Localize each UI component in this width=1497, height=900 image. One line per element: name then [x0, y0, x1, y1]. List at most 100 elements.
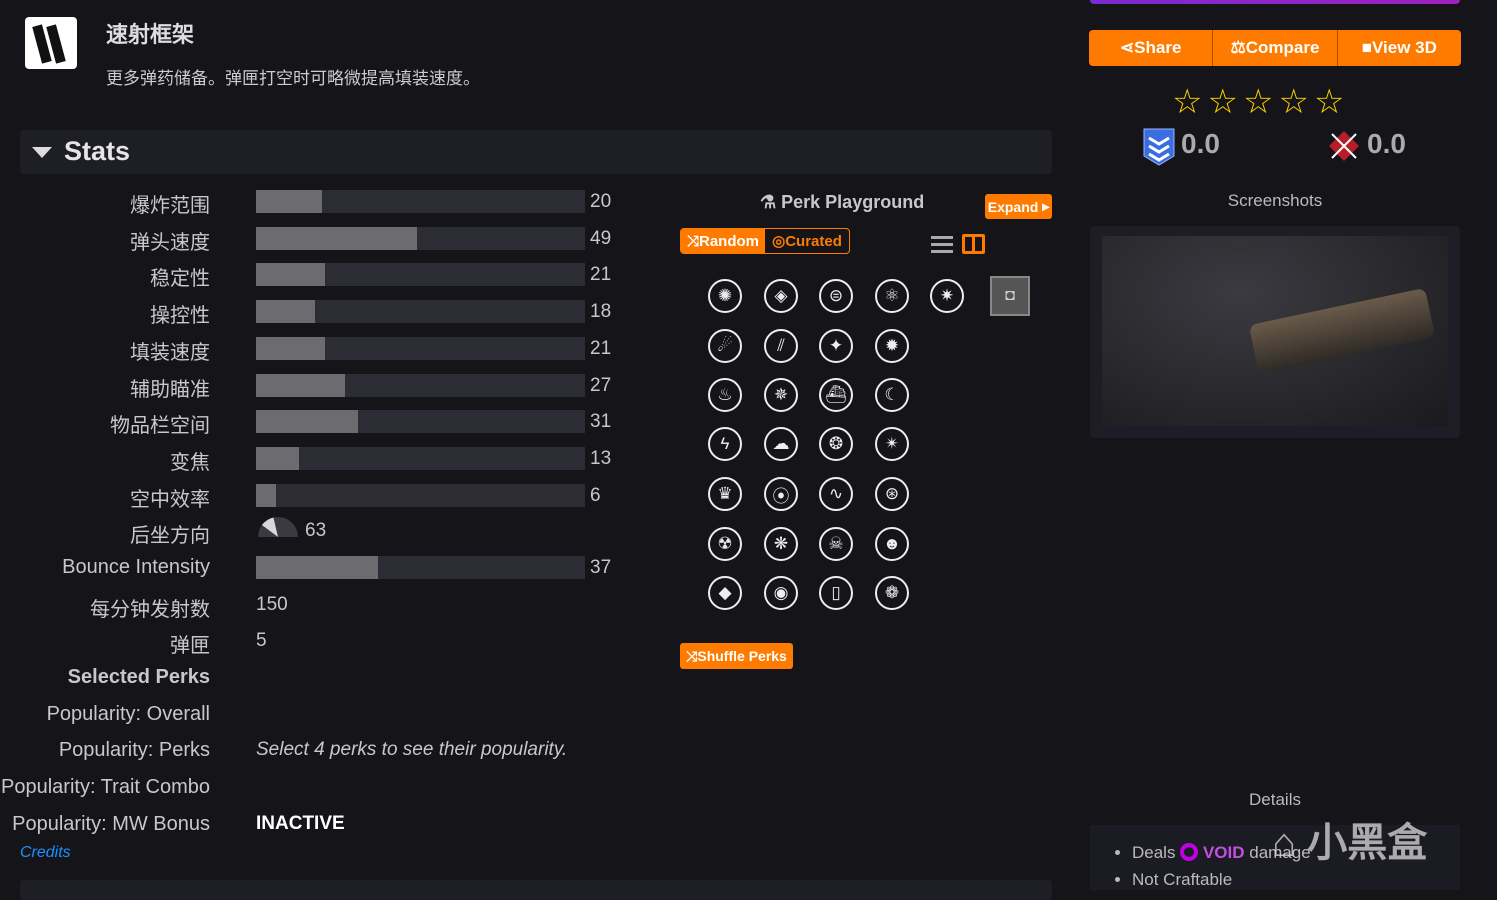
- perk-option-icon[interactable]: ☠: [819, 527, 853, 561]
- stat-value: 21: [590, 264, 612, 286]
- screenshots-label: Screenshots: [1227, 191, 1323, 210]
- element-text: VOID: [1202, 843, 1245, 862]
- perk-option-icon[interactable]: ⦿: [764, 477, 798, 511]
- perk-option-icon[interactable]: ❋: [764, 527, 798, 561]
- stat-label: 空中效率: [130, 488, 210, 511]
- stat-value: 6: [590, 484, 601, 506]
- stat-bar-fill: [256, 190, 322, 213]
- star-rating[interactable]: ☆☆☆☆☆: [1172, 82, 1349, 122]
- purple-accent-bar: [1090, 0, 1460, 4]
- perk-option-icon[interactable]: ⊜: [819, 279, 853, 313]
- stat-bar: [256, 410, 585, 434]
- stat-value: 31: [590, 411, 612, 433]
- perk-option-icon[interactable]: ☾: [875, 378, 909, 412]
- perk-option-icon[interactable]: ♛: [708, 477, 742, 511]
- perk-option-icon[interactable]: ☢: [708, 527, 742, 561]
- popularity-mw-label: Popularity: MW Bonus: [12, 813, 210, 835]
- stat-label: 填装速度: [130, 341, 210, 364]
- perk-option-icon[interactable]: ◉: [764, 576, 798, 610]
- star-icon[interactable]: ☆: [1278, 83, 1313, 121]
- stat-bar: [256, 226, 585, 250]
- expand-label: Expand: [987, 198, 1039, 215]
- cube-icon: ■: [1361, 38, 1373, 57]
- stat-label: 弹匣: [170, 635, 210, 657]
- stat-bar: [256, 336, 585, 360]
- perk-option-icon[interactable]: ❂: [819, 427, 853, 461]
- perk-option-icon[interactable]: ◈: [764, 279, 798, 313]
- stat-bar: [256, 373, 585, 397]
- craftable-item: Not Craftable: [1132, 866, 1460, 893]
- pve-score: 0.0: [1181, 128, 1220, 159]
- stat-value: 5: [256, 630, 267, 651]
- perk-option-icon[interactable]: ❁: [875, 576, 909, 610]
- masterwork-socket-icon[interactable]: ◘: [990, 276, 1030, 316]
- expand-button[interactable]: Expand ▸: [985, 194, 1052, 219]
- next-section-header[interactable]: [20, 880, 1052, 900]
- perk-option-icon[interactable]: ϟ: [708, 427, 742, 461]
- stat-bar-fill: [256, 300, 316, 324]
- popularity-overall-label: Popularity: Overall: [46, 703, 210, 725]
- perk-option-icon[interactable]: ⚛: [875, 279, 909, 313]
- stat-label: 辅助瞄准: [130, 378, 210, 401]
- perk-option-icon[interactable]: ∿: [819, 477, 853, 511]
- stat-bar: [256, 556, 585, 579]
- shuffle-perks-button[interactable]: ⤨ Shuffle Perks: [680, 643, 793, 669]
- curated-mode-button[interactable]: ◎ Curated: [765, 229, 849, 253]
- perk-option-icon[interactable]: ✷: [930, 279, 964, 313]
- star-icon[interactable]: ☆: [1207, 83, 1242, 121]
- void-icon: [1180, 843, 1199, 861]
- roll-mode-toggle[interactable]: ⤨ Random ◎ Curated: [680, 228, 850, 254]
- star-icon[interactable]: ☆: [1314, 83, 1349, 121]
- stat-label: 弹头速度: [130, 231, 210, 254]
- stat-bar-fill: [256, 483, 276, 507]
- perk-option-icon[interactable]: ⫽: [764, 329, 798, 363]
- stat-bar-fill: [256, 446, 299, 470]
- stats-section-toggle[interactable]: Stats: [20, 130, 1052, 174]
- perk-option-icon[interactable]: ✴: [875, 427, 909, 461]
- weapon-screenshot[interactable]: [1102, 236, 1448, 426]
- stat-label: 变焦: [170, 451, 210, 474]
- stat-bar: [256, 446, 585, 470]
- stat-bar: [256, 483, 585, 507]
- stat-bar: [256, 190, 585, 213]
- star-icon[interactable]: ☆: [1243, 83, 1278, 121]
- stat-bar: [256, 300, 585, 324]
- share-icon: ⋖: [1119, 38, 1135, 57]
- stat-label: 每分钟发射数: [90, 599, 210, 621]
- caret-right-icon: ▸: [1042, 198, 1050, 214]
- screenshot-card[interactable]: [1090, 226, 1460, 438]
- perk-option-icon[interactable]: ✦: [819, 329, 853, 363]
- perk-option-icon[interactable]: ✹: [875, 329, 909, 363]
- perk-option-icon[interactable]: ▯: [819, 576, 853, 610]
- view-3d-button[interactable]: ■ View 3D: [1337, 30, 1461, 66]
- perk-option-icon[interactable]: ☁: [764, 427, 798, 461]
- credits-link[interactable]: Credits: [20, 844, 71, 862]
- stat-bar-fill: [256, 336, 326, 360]
- stat-label: 稳定性: [150, 268, 210, 291]
- stat-bar: [256, 263, 585, 287]
- stat-value: 37: [590, 557, 612, 578]
- star-icon[interactable]: ☆: [1172, 83, 1207, 121]
- stat-value: 21: [590, 337, 612, 359]
- perk-option-icon[interactable]: ☻: [875, 527, 909, 561]
- perk-option-icon[interactable]: ♨: [708, 378, 742, 412]
- stat-value: 20: [590, 191, 612, 212]
- random-mode-button[interactable]: ⤨ Random: [681, 229, 765, 253]
- perk-option-icon[interactable]: ◆: [708, 576, 742, 610]
- perk-option-icon[interactable]: ✵: [764, 378, 798, 412]
- perk-option-icon[interactable]: ⛴: [819, 378, 853, 412]
- stat-value: 63: [305, 520, 327, 541]
- perk-option-icon[interactable]: ✺: [708, 279, 742, 313]
- perk-playground-title: ⚗ Perk Playground: [760, 192, 924, 213]
- perk-option-icon[interactable]: ☄: [708, 329, 742, 363]
- perk-description: 更多弹药储备。弹匣打空时可略微提高填装速度。: [106, 69, 480, 88]
- stat-bar-fill: [256, 263, 326, 287]
- column-view-icon[interactable]: [962, 234, 985, 254]
- perk-option-icon[interactable]: ⊛: [875, 477, 909, 511]
- flask-icon: ⚗: [760, 192, 782, 212]
- share-button[interactable]: ⋖ Share: [1089, 30, 1214, 66]
- compare-button[interactable]: ⚖ Compare: [1213, 30, 1338, 66]
- pvp-crucible-icon: [1329, 131, 1359, 161]
- list-view-icon[interactable]: [931, 236, 953, 254]
- selected-perks-label: Selected Perks: [67, 666, 210, 688]
